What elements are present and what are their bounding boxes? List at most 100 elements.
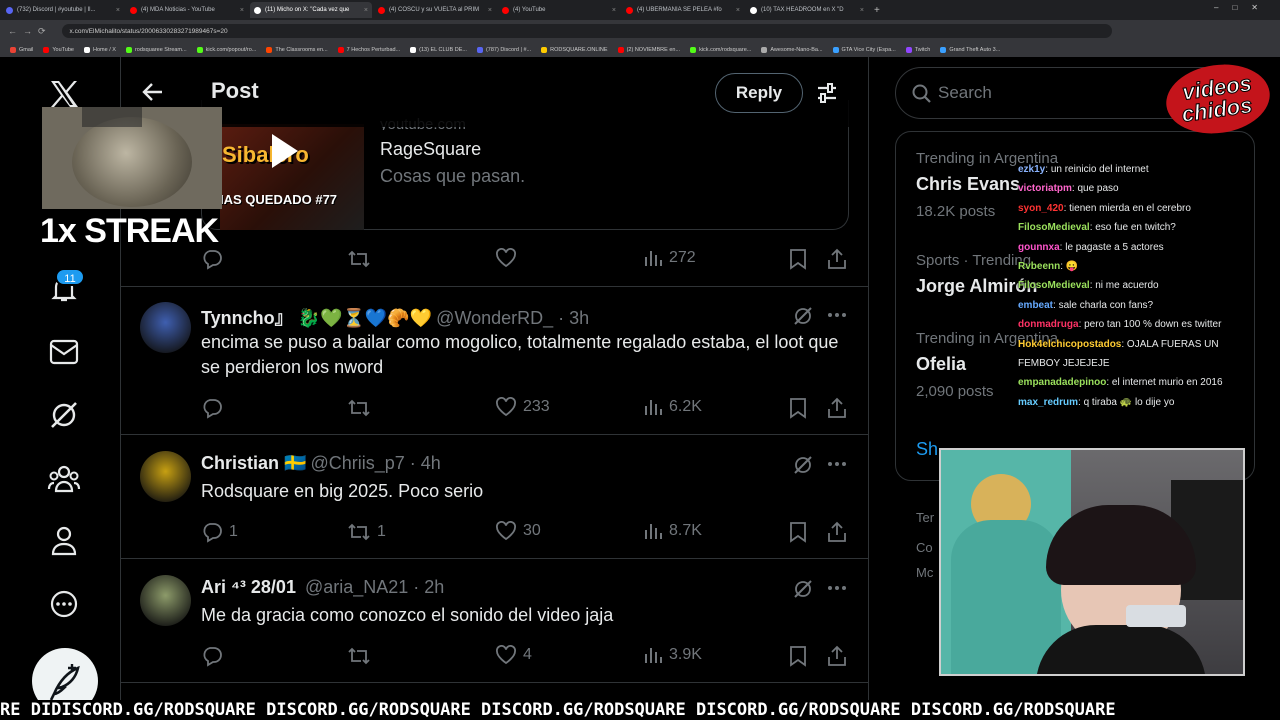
like-action[interactable]: 4	[495, 645, 532, 665]
chat-message: FilosoMedieval: eso fue en twitch?	[1018, 218, 1258, 237]
bookmark-item[interactable]: (787) Discord | #...	[476, 46, 531, 53]
tab-close-icon[interactable]: ×	[364, 7, 368, 14]
views-action[interactable]: 3.9K	[643, 645, 702, 665]
thumb-episode-text: IAS QUEDADO #77	[220, 192, 338, 207]
grok-explain-button[interactable]	[792, 578, 820, 600]
reply-action[interactable]: 1	[201, 521, 238, 543]
bookmark-item[interactable]: Grand Theft Auto 3...	[940, 46, 1000, 53]
bookmark-label: kick.com/popout/ro...	[205, 46, 257, 53]
share-action[interactable]	[827, 521, 853, 543]
bookmark-item[interactable]: 7 Hechos Perturbad...	[337, 46, 400, 53]
bookmark-item[interactable]: kick.com/rodsquare...	[690, 46, 751, 53]
tab-close-icon[interactable]: ×	[612, 7, 616, 14]
trend-title[interactable]: Chris Evans	[916, 174, 1020, 195]
footer-link-terms[interactable]: Ter	[916, 510, 934, 525]
tab-close-icon[interactable]: ×	[240, 7, 244, 14]
bookmark-action[interactable]	[789, 645, 813, 667]
bookmark-item[interactable]: kick.com/popout/ro...	[196, 46, 257, 53]
address-bar[interactable]: x.com/ElMichalito/status/200063302832719…	[61, 24, 1112, 38]
repost-action[interactable]: 1	[347, 521, 386, 543]
footer-link-more[interactable]: Mc	[916, 565, 933, 580]
post-more-button[interactable]	[827, 585, 853, 591]
post-author[interactable]: Ari ⁴³ 28/01 @aria_NA21 · 2h	[201, 577, 444, 598]
post-author[interactable]: Tynncho』 🐉💚⏳💙🥐💛 @WonderRD_ · 3h	[201, 304, 589, 330]
post-more-button[interactable]	[827, 461, 853, 467]
browser-tab[interactable]: (732) Discord | #youtube | Il... ×	[2, 2, 124, 18]
views-chart-icon	[645, 400, 662, 415]
bookmark-favicon	[832, 46, 839, 53]
bookmark-item[interactable]: Home / X	[84, 46, 116, 53]
views-action[interactable]: 6.2K	[643, 397, 702, 417]
footer-link-cookie[interactable]: Co	[916, 540, 933, 555]
share-action[interactable]	[827, 645, 853, 667]
bookmark-action[interactable]	[789, 521, 813, 543]
bookmarks-bar: Gmail YouTube Home / X rodsquaree Stream...…	[0, 42, 1280, 57]
bookmark-item[interactable]: Gmail	[10, 46, 33, 53]
reply-action[interactable]	[201, 645, 229, 667]
browser-tab[interactable]: (4) COSCU y su VUELTA al PRIM ×	[374, 2, 496, 18]
views-action[interactable]: 8.7K	[643, 521, 702, 541]
browser-tab[interactable]: (10) TAX HEADROOM en X "D ×	[746, 2, 868, 18]
new-tab-button[interactable]: +	[874, 5, 880, 16]
grok-icon[interactable]	[40, 391, 88, 439]
share-action[interactable]	[827, 248, 853, 270]
repost-action[interactable]	[347, 248, 377, 270]
chat-username: embeat	[1018, 299, 1054, 311]
bookmark-action[interactable]	[789, 397, 813, 419]
views-chart-icon	[645, 251, 662, 266]
like-action[interactable]	[495, 248, 523, 268]
like-action[interactable]: 30	[495, 521, 541, 541]
avatar[interactable]	[140, 575, 191, 626]
tab-close-icon[interactable]: ×	[488, 7, 492, 14]
reply-action[interactable]	[201, 248, 229, 270]
bookmark-label: (2) NOVIEMBRE en...	[626, 46, 681, 53]
sort-sliders-icon[interactable]	[814, 80, 840, 111]
browser-tab[interactable]: (4) MDA Noticias - YouTube ×	[126, 2, 248, 18]
post-author[interactable]: Christian 🇸🇪 @Chriis_p7 · 4h	[201, 453, 441, 474]
more-circle-icon[interactable]	[40, 580, 88, 628]
bookmark-item[interactable]: (13) EL CLUB DE...	[410, 46, 467, 53]
chat-message: Hok4elchicopostados: OJALA FUERAS UN FEM…	[1018, 335, 1258, 374]
browser-tab[interactable]: (4) UBERMANIA SE PELEA #fo ×	[622, 2, 744, 18]
avatar[interactable]	[140, 451, 191, 502]
views-action[interactable]: 272	[643, 248, 696, 268]
bookmark-label: Twitch	[914, 46, 931, 53]
trend-title[interactable]: Ofelia	[916, 354, 966, 375]
bookmark-item[interactable]: YouTube	[43, 46, 74, 53]
tab-close-icon[interactable]: ×	[116, 7, 120, 14]
chat-text: que paso	[1077, 183, 1119, 195]
browser-nav-icons[interactable]: ←→⟳	[8, 26, 52, 37]
card-title[interactable]: RageSquare	[380, 139, 481, 160]
window-controls[interactable]: –□✕	[1214, 3, 1272, 12]
repost-icon	[348, 647, 370, 665]
bookmark-icon	[790, 398, 806, 419]
post-more-button[interactable]	[827, 312, 853, 318]
avatar[interactable]	[140, 302, 191, 353]
back-arrow-icon[interactable]	[140, 79, 166, 110]
like-action[interactable]: 233	[495, 397, 550, 417]
play-icon[interactable]	[234, 126, 300, 181]
bookmark-item[interactable]: Twitch	[905, 46, 931, 53]
profile-icon[interactable]	[40, 517, 88, 565]
bookmark-action[interactable]	[789, 248, 813, 270]
share-action[interactable]	[827, 397, 853, 419]
bookmark-item[interactable]: GTA Vice City (Espa...	[832, 46, 896, 53]
show-more-link[interactable]: Sh	[916, 439, 938, 460]
bookmark-item[interactable]: rodsquaree Stream...	[125, 46, 187, 53]
bookmark-item[interactable]: Awesome-Nano-Ba...	[761, 46, 823, 53]
grok-explain-button[interactable]	[792, 454, 820, 476]
bookmark-item[interactable]: RODSQUARE.ONLINE	[541, 46, 608, 53]
reply-action[interactable]	[201, 397, 229, 419]
tab-close-icon[interactable]: ×	[860, 7, 864, 14]
messages-mail-icon[interactable]	[40, 328, 88, 376]
grok-explain-button[interactable]	[792, 305, 820, 327]
browser-tab[interactable]: (4) YouTube ×	[498, 2, 620, 18]
bookmark-item[interactable]: (2) NOVIEMBRE en...	[617, 46, 681, 53]
repost-action[interactable]	[347, 645, 377, 667]
communities-icon[interactable]	[40, 454, 88, 502]
reply-button[interactable]: Reply	[715, 73, 803, 113]
browser-tab[interactable]: (11) Micho on X: "Cada vez que ×	[250, 2, 372, 18]
bookmark-item[interactable]: The Classrooms en...	[266, 46, 328, 53]
repost-action[interactable]	[347, 397, 377, 419]
tab-close-icon[interactable]: ×	[736, 7, 740, 14]
